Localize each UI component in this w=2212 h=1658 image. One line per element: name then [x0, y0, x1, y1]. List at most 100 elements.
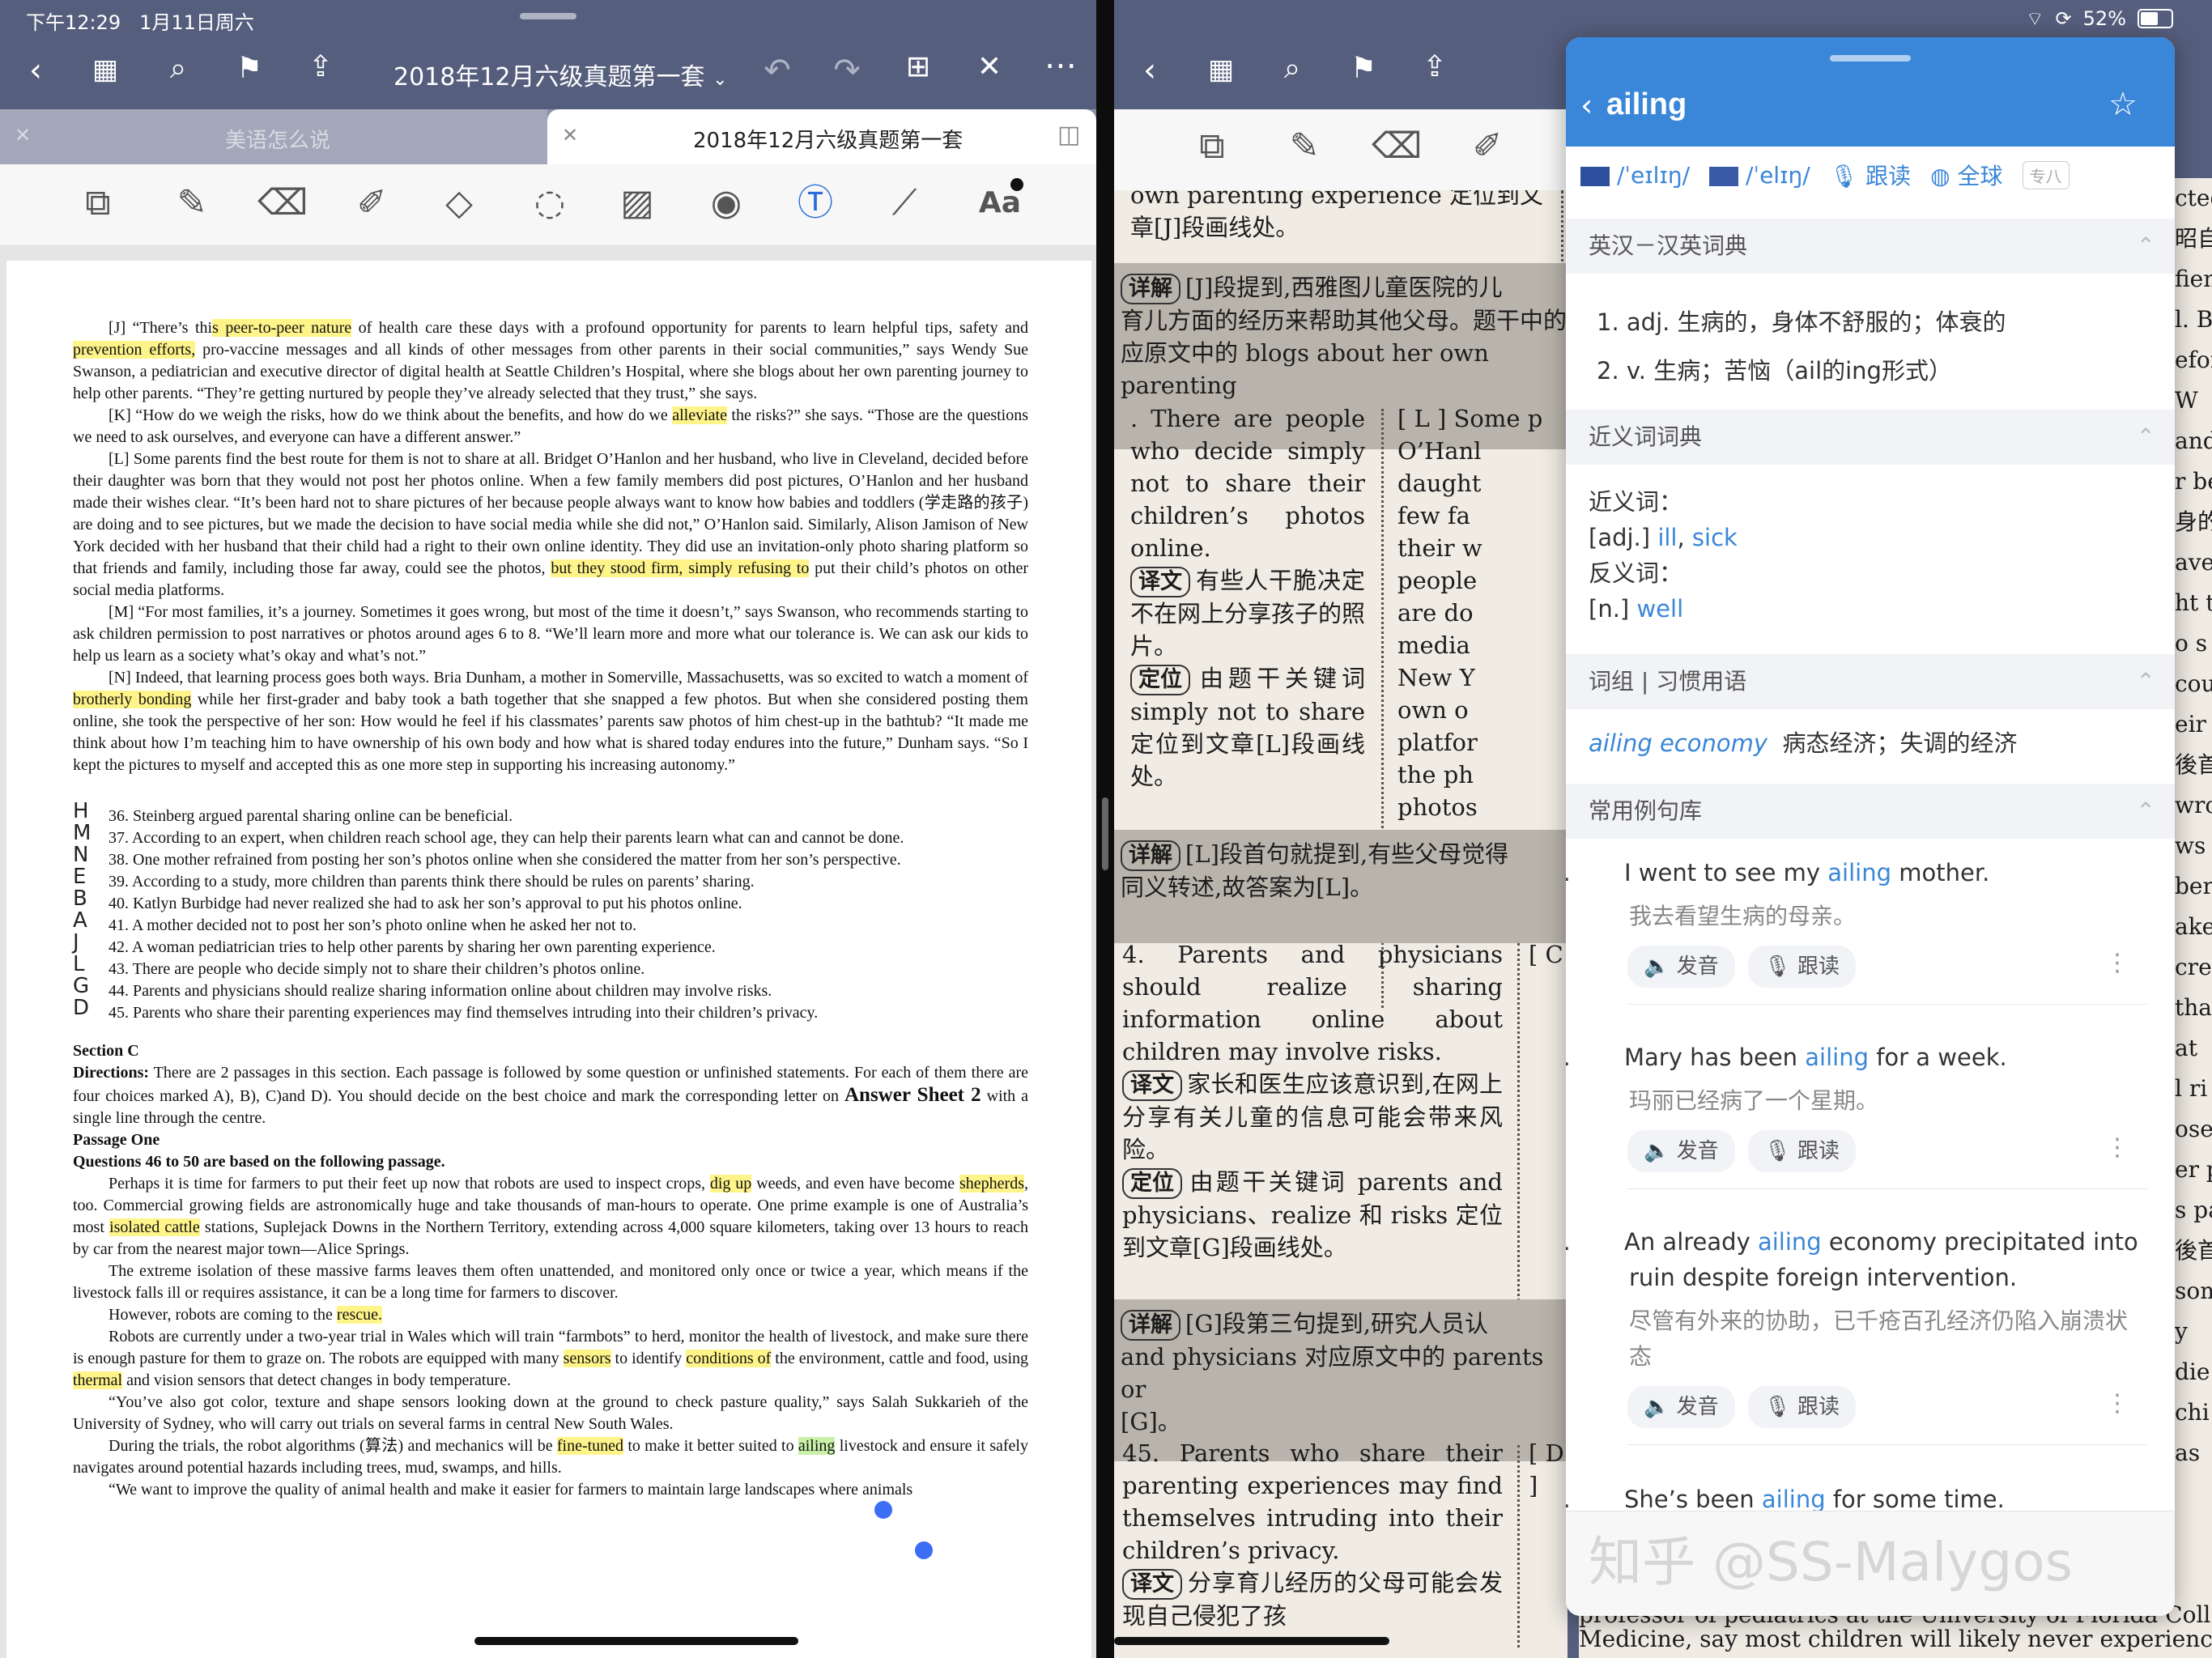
home-indicator	[1114, 1637, 1389, 1645]
multitask-grip[interactable]	[520, 13, 576, 19]
section-header-examples[interactable]: 常用例句库 ⌃	[1566, 784, 2175, 839]
edge-fragment: cou	[2175, 670, 2212, 697]
text-run: pro-vaccine messages and all kinds of ot…	[73, 341, 1028, 402]
text-run: [K] “How do we weigh the risks, how do w…	[108, 406, 673, 424]
highlighted-text: brotherly bonding	[73, 691, 192, 708]
text-run: of health care these days with a profoun…	[351, 319, 1028, 337]
search-icon[interactable]: ⌕	[154, 52, 202, 86]
pronounce-button[interactable]: 🔈 发音	[1627, 1386, 1735, 1428]
button-label: 跟读	[1797, 954, 1840, 979]
follow-read-button[interactable]: 🎙 跟读	[1747, 946, 1856, 988]
section-header-phrases[interactable]: 词组 | 习惯用语 ⌃	[1566, 654, 2175, 709]
phrase-link[interactable]: ailing economy	[1589, 729, 1767, 757]
text-run: to identify	[610, 1350, 687, 1367]
lasso-icon[interactable]: ◌	[525, 178, 575, 228]
highlighted-text: rescue.	[336, 1306, 382, 1324]
pronounce-button[interactable]: 🔈 发音	[1627, 946, 1735, 988]
question-item: B 40. Katlyn Burbidge had never realized …	[73, 888, 1028, 915]
back-icon[interactable]: ‹	[11, 52, 60, 89]
example-item: 1.I went to see my ailing mother. 我去看望生病的…	[1566, 855, 2147, 1005]
bracket-c: [ C	[1529, 941, 1563, 968]
question-item: M 37. According to an expert, when childr…	[73, 823, 1028, 849]
tab-meiyu[interactable]: ✕ 美语怎么说	[0, 109, 547, 164]
page-view-icon[interactable]: ⧉	[73, 178, 123, 228]
grid-icon[interactable]: ▦	[1197, 53, 1245, 86]
scanned-answer-page[interactable]: own parenting experience 定位到文 章[J]段画线处。 详…	[1114, 190, 1568, 1658]
highlighter-icon[interactable]: ✐	[347, 178, 397, 228]
edge-fragment: fiend	[2175, 266, 2212, 292]
text-run: “We want to improve the quality of anima…	[108, 1481, 913, 1499]
text-run: The extreme isolation of these massive f…	[73, 1262, 1028, 1302]
question-text: 45. Parents who share their parenting ex…	[108, 1004, 819, 1022]
globe-icon: ◍	[1930, 163, 1950, 189]
highlighted-text: alleviate	[672, 406, 727, 424]
mic-icon: 🎙	[1829, 163, 1859, 189]
bookmark-icon[interactable]: ⚑	[225, 52, 274, 85]
antonym-link[interactable]: well	[1636, 595, 1683, 623]
selection-handle-end[interactable]	[915, 1541, 933, 1559]
status-bar: 下午12:29 1月11日周六 ⌔ ⟳ 52%	[0, 0, 2212, 37]
camera-icon[interactable]: ◉	[701, 178, 751, 228]
grid-icon[interactable]: ▦	[81, 53, 130, 86]
close-tools-icon[interactable]: ✕	[965, 50, 1014, 83]
us-pronunciation[interactable]: /ˈelɪŋ/	[1709, 162, 1810, 189]
pronounce-button[interactable]: 🔈 发音	[1627, 1130, 1735, 1172]
text-tool-icon[interactable]: Ⓣ	[790, 178, 840, 228]
highlighter-icon[interactable]: ✐	[1462, 121, 1512, 172]
dictionary-popup[interactable]: ‹ ailing ☆ /ˈeɪlɪŋ/ /ˈelɪŋ/ 🎙 跟读 ◍ 全球 专八…	[1566, 37, 2175, 1616]
text-run: stations, Suplejack Downs in the Norther…	[73, 1218, 1028, 1258]
speaker-icon: 🔈	[1644, 1139, 1670, 1163]
edge-fragment: 後首	[2175, 1237, 2212, 1264]
pen-icon[interactable]: ✎	[1279, 121, 1329, 172]
star-icon[interactable]: ☆	[2108, 86, 2138, 123]
back-icon[interactable]: ‹	[1125, 52, 1174, 89]
shapes-icon[interactable]: ◇	[434, 178, 484, 228]
passage-one-heading: Passage One	[73, 1131, 160, 1149]
pen-icon[interactable]: ✎	[167, 178, 217, 228]
share-icon[interactable]: ⇪	[1410, 50, 1459, 83]
document-title-dropdown[interactable]: 2018年12月六级真题第一套 ⌄	[393, 57, 728, 92]
more-options-icon[interactable]: ⋮	[2105, 1386, 2129, 1422]
more-icon[interactable]: ⋯	[1036, 47, 1085, 84]
global-button[interactable]: ◍ 全球	[1930, 159, 2002, 191]
undo-icon[interactable]: ↶	[753, 52, 802, 89]
bookmark-icon[interactable]: ⚑	[1339, 52, 1388, 85]
more-options-icon[interactable]: ⋮	[2105, 1130, 2129, 1166]
level-badge: 专八	[2022, 160, 2069, 189]
section-header-synonyms[interactable]: 近义词词典 ⌃	[1566, 410, 2175, 465]
uk-pronunciation[interactable]: /ˈeɪlɪŋ/	[1580, 162, 1690, 189]
example-number: 3.	[1566, 1224, 1624, 1260]
popup-grip[interactable]	[1830, 55, 1911, 62]
paragraphs-paragraph: [N] Indeed, that learning process goes b…	[73, 667, 1028, 776]
eraser-icon[interactable]: ⌫	[257, 178, 308, 228]
synonym-link[interactable]: ill	[1657, 524, 1677, 551]
split-view-icon[interactable]: ◫	[1057, 121, 1080, 149]
question-text: 41. A mother decided not to post her son…	[108, 916, 637, 934]
close-tab-icon[interactable]: ✕	[562, 124, 578, 147]
page-view-icon[interactable]: ⧉	[1187, 121, 1237, 172]
section-header-en-cn[interactable]: 英汉－汉英词典 ⌃	[1566, 219, 2175, 274]
close-tab-icon[interactable]: ✕	[15, 124, 31, 147]
follow-read-button[interactable]: 🎙 跟读	[1830, 159, 1911, 191]
selection-handle-start[interactable]	[874, 1501, 892, 1519]
redo-icon[interactable]: ↷	[823, 52, 871, 89]
synonym-link[interactable]: sick	[1692, 524, 1738, 551]
laser-pointer-icon[interactable]: ⟋	[879, 178, 929, 228]
more-options-icon[interactable]: ⋮	[2105, 946, 2129, 981]
document-text[interactable]: [J] “There’s this peer-to-peer nature of…	[73, 317, 1028, 1501]
divider-handle[interactable]	[1102, 797, 1108, 870]
definitions: 1. adj. 生病的，身体不舒服的；体衰的 2. v. 生病；苦恼（ail的i…	[1597, 308, 2006, 385]
eraser-icon[interactable]: ⌫	[1372, 121, 1422, 172]
example-headword: ailing	[1761, 1486, 1826, 1513]
tab-cet6[interactable]: ✕ 2018年12月六级真题第一套 ◫	[547, 109, 1096, 164]
follow-read-button[interactable]: 🎙 跟读	[1747, 1130, 1856, 1172]
share-icon[interactable]: ⇪	[296, 50, 345, 83]
paragraphs-paragraph: [J] “There’s this peer-to-peer nature of…	[73, 317, 1028, 405]
image-icon[interactable]: ▨	[612, 178, 662, 228]
search-icon[interactable]: ⌕	[1268, 52, 1317, 86]
add-page-icon[interactable]: ⊞	[894, 50, 942, 83]
back-icon[interactable]: ‹	[1580, 87, 1593, 123]
example-translation: 我去看望生病的母亲。	[1629, 903, 1857, 929]
follow-read-button[interactable]: 🎙 跟读	[1747, 1386, 1856, 1428]
text-run: “You’ve also got color, texture and shap…	[73, 1393, 1028, 1433]
